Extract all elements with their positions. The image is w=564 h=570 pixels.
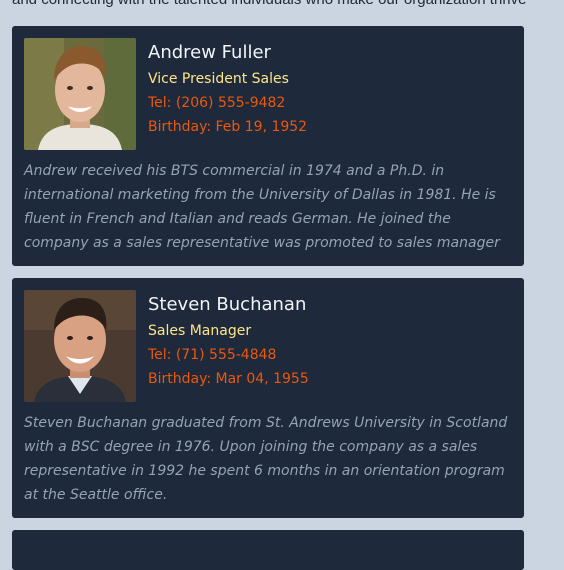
employee-name: Andrew Fuller [148,42,271,63]
employee-phone: Tel: (71) 555-4848 [148,347,277,363]
employee-name: Steven Buchanan [148,294,307,315]
employee-birthday: Birthday: Mar 04, 1955 [148,371,309,387]
intro-text: and connecting with the talented individ… [12,0,526,10]
employee-card: Steven Buchanan Sales Manager Tel: (71) … [12,278,524,518]
employee-notes: Steven Buchanan graduated from St. Andre… [24,415,508,503]
employee-phone: Tel: (206) 555-9482 [148,95,286,111]
employee-card: Andrew Fuller Vice President Sales Tel: … [12,26,524,266]
portrait-image [24,38,136,150]
employee-notes: Andrew received his BTS commercial in 19… [24,163,500,251]
employee-title: Vice President Sales [148,71,289,87]
portrait-image [24,290,136,402]
employee-card [12,530,524,570]
employee-photo [24,38,136,150]
employee-photo [24,290,136,402]
employee-birthday: Birthday: Feb 19, 1952 [148,119,308,135]
employee-title: Sales Manager [148,323,252,339]
